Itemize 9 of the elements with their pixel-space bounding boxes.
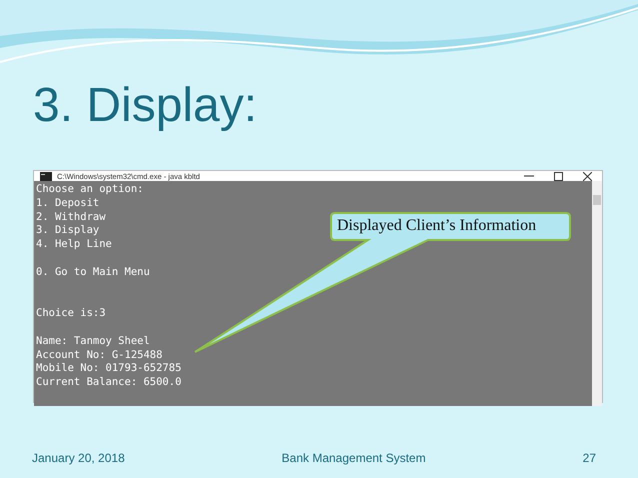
callout-text: Displayed Client’s Information — [337, 216, 536, 236]
scrollbar[interactable] — [592, 181, 602, 406]
terminal-icon — [40, 172, 52, 180]
page-number: 27 — [582, 451, 596, 465]
footer-date: January 20, 2018 — [32, 451, 125, 465]
slide-title: 3. Display: — [33, 78, 258, 133]
footer-title: Bank Management System — [282, 451, 426, 465]
maximize-icon[interactable] — [554, 172, 563, 180]
close-icon[interactable] — [583, 172, 592, 180]
